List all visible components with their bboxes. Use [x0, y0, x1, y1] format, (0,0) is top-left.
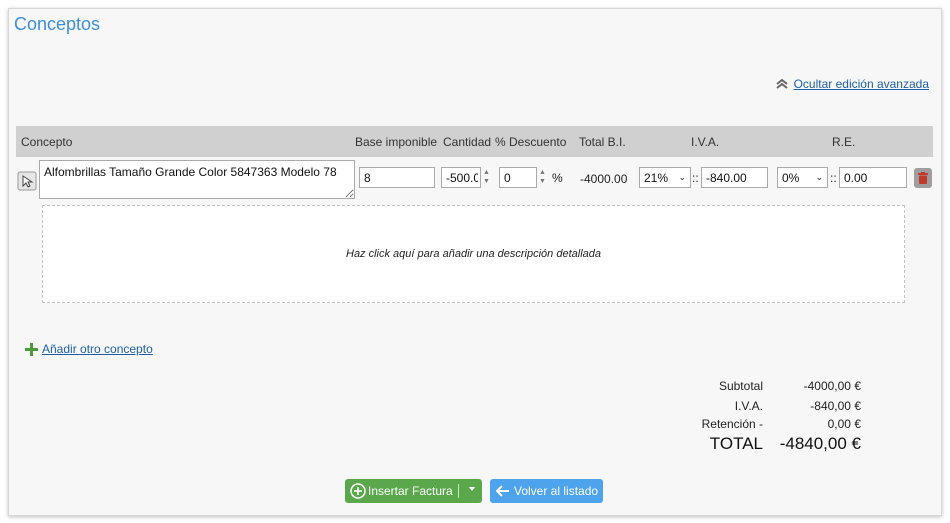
retencion-label: Retención - [701, 417, 763, 431]
re-amount-input[interactable] [839, 167, 907, 188]
circle-plus-icon [350, 483, 366, 499]
percent-sign: % [552, 171, 563, 185]
back-to-list-button[interactable]: Volver al listado [490, 479, 603, 503]
delete-row-button[interactable] [914, 168, 932, 188]
stepper-up-icon[interactable]: ▲ [483, 169, 490, 177]
iva-amount-input[interactable] [701, 167, 768, 188]
add-concept-label: Añadir otro concepto [42, 342, 153, 356]
cursor-select-icon [17, 171, 37, 191]
re-rate-value: 0% [782, 170, 800, 185]
toggle-advanced-edit-link[interactable]: Ocultar edición avanzada [775, 77, 929, 91]
iva-rate-select[interactable]: 21% ⌄ [639, 167, 691, 188]
table-header: Concepto Base imponible Cantidad % Descu… [16, 126, 933, 157]
chevron-down-icon: ⌄ [815, 172, 823, 182]
detailed-description-area[interactable]: Haz click aquí para añadir una descripci… [42, 205, 905, 303]
double-chevron-up-icon [775, 79, 788, 89]
cantidad-input[interactable] [441, 167, 481, 188]
concept-textarea[interactable]: Alfombrillas Tamaño Grande Color 5847363… [39, 160, 355, 199]
total-value: -4840,00 € [779, 434, 861, 453]
total-bi-value: -4000.00 [580, 172, 628, 186]
insert-invoice-label: Insertar Factura [368, 484, 453, 498]
description-placeholder: Haz click aquí para añadir una descripci… [346, 248, 601, 260]
header-total-bi: Total B.I. [579, 135, 626, 149]
product-picker-button[interactable] [17, 171, 37, 191]
chevron-down-icon: ⌄ [678, 172, 686, 182]
stepper-down-icon[interactable]: ▼ [483, 178, 490, 186]
re-rate-select[interactable]: 0% ⌄ [777, 167, 828, 188]
descuento-input[interactable] [499, 167, 537, 188]
retencion-value: 0,00 € [827, 417, 861, 431]
iva-total-label: I.V.A. [734, 399, 763, 413]
descuento-stepper[interactable]: ▲ ▼ [537, 167, 548, 188]
button-divider [458, 484, 459, 498]
insert-invoice-button[interactable]: Insertar Factura [345, 479, 482, 503]
re-separator: :: [830, 171, 837, 185]
header-concepto: Concepto [21, 135, 73, 149]
subtotal-label: Subtotal [718, 379, 763, 393]
header-descuento: % Descuento [495, 135, 567, 149]
iva-total-value: -840,00 € [810, 399, 861, 413]
section-title: Conceptos [14, 14, 101, 34]
header-base-imponible: Base imponible [355, 135, 438, 149]
arrow-left-icon [496, 485, 509, 497]
header-re: R.E. [832, 135, 856, 149]
toggle-advanced-edit-label: Ocultar edición avanzada [793, 77, 929, 91]
back-to-list-label: Volver al listado [514, 484, 599, 498]
stepper-up-icon[interactable]: ▲ [539, 169, 546, 177]
caret-down-icon[interactable] [469, 487, 475, 491]
header-iva: I.V.A. [691, 135, 720, 149]
stepper-down-icon[interactable]: ▼ [539, 178, 546, 186]
plus-icon [25, 342, 38, 356]
iva-rate-value: 21% [644, 170, 669, 185]
header-cantidad: Cantidad [443, 135, 492, 149]
subtotal-value: -4000,00 € [803, 379, 861, 393]
cantidad-stepper[interactable]: ▲ ▼ [481, 167, 492, 188]
trash-icon [918, 172, 928, 184]
add-concept-link[interactable]: Añadir otro concepto [25, 342, 153, 356]
iva-separator: :: [692, 171, 699, 185]
base-imponible-input[interactable] [359, 167, 435, 188]
concepts-panel: Conceptos Ocultar edición avanzada Conce… [8, 8, 942, 516]
total-label: TOTAL [709, 434, 763, 453]
